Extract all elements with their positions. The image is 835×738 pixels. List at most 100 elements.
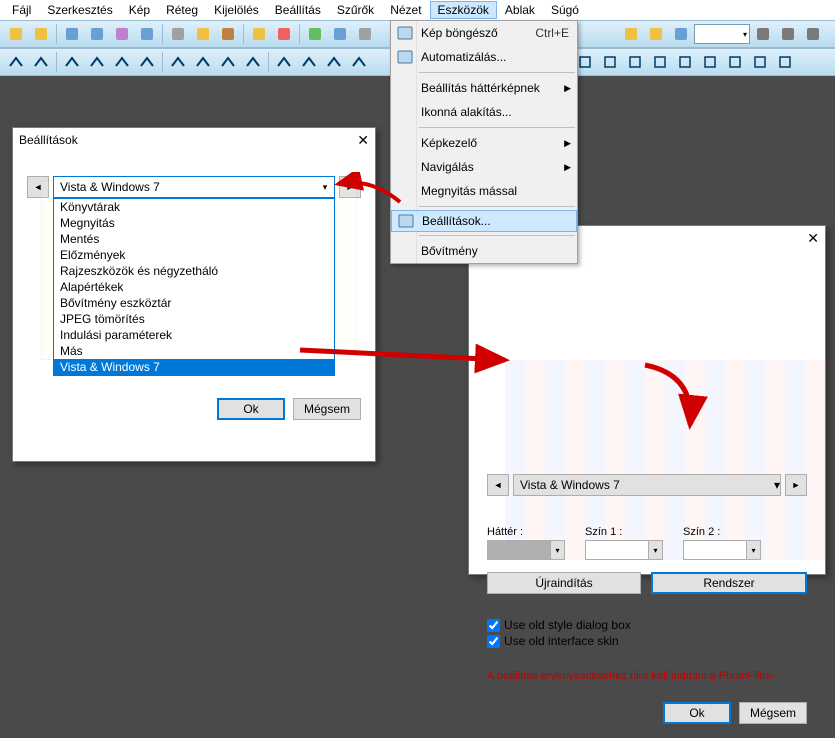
- toolbar-button[interactable]: [166, 51, 190, 73]
- list-item[interactable]: JPEG tömörítés: [54, 311, 334, 327]
- category-combo[interactable]: Vista & Windows 7 ▾: [513, 474, 781, 496]
- restart-warning: A beállítás érvényesítéséhez újra kell i…: [487, 670, 807, 682]
- toolbar-button[interactable]: [4, 23, 28, 45]
- toolbar-button[interactable]: [110, 51, 134, 73]
- toolbar-button[interactable]: [241, 51, 265, 73]
- toolbar-button[interactable]: [85, 23, 109, 45]
- toolbar-button[interactable]: [272, 51, 296, 73]
- menu-nézet[interactable]: Nézet: [382, 1, 429, 19]
- toolbar-button[interactable]: [748, 51, 772, 73]
- chevron-down-icon[interactable]: ▾: [316, 177, 334, 197]
- toolbar-button[interactable]: [669, 23, 693, 45]
- toolbar-button[interactable]: [135, 23, 159, 45]
- toolbar-button[interactable]: [297, 51, 321, 73]
- list-item[interactable]: Alapértékek: [54, 279, 334, 295]
- menu-item[interactable]: Képkezelő▶: [391, 131, 577, 155]
- close-icon[interactable]: ✕: [807, 230, 819, 247]
- ok-button[interactable]: Ok: [217, 398, 285, 420]
- cancel-button[interactable]: Mégsem: [739, 702, 807, 724]
- close-icon[interactable]: ✕: [357, 132, 369, 149]
- menu-beállítás[interactable]: Beállítás: [267, 1, 329, 19]
- list-item[interactable]: Indulási paraméterek: [54, 327, 334, 343]
- list-item[interactable]: Könyvtárak: [54, 199, 334, 215]
- menu-fájl[interactable]: Fájl: [4, 1, 39, 19]
- settings-dialog-right: Beállítások ✕ ◄ Vista & Windows 7 ▾ ► Há…: [468, 225, 826, 575]
- toolbar-button[interactable]: [272, 23, 296, 45]
- toolbar-button[interactable]: [648, 51, 672, 73]
- restart-button[interactable]: Újraindítás: [487, 572, 641, 594]
- toolbar-button[interactable]: [673, 51, 697, 73]
- toolbar-button[interactable]: [29, 23, 53, 45]
- toolbar-button[interactable]: [619, 23, 643, 45]
- color1-picker[interactable]: ▾: [585, 540, 663, 560]
- toolbar-button[interactable]: [191, 23, 215, 45]
- toolbar-button[interactable]: [776, 23, 800, 45]
- menu-item[interactable]: Navigálás▶: [391, 155, 577, 179]
- menu-item[interactable]: Megnyitás mással: [391, 179, 577, 203]
- toolbar-button[interactable]: [751, 23, 775, 45]
- list-item[interactable]: Más: [54, 343, 334, 359]
- list-item[interactable]: Vista & Windows 7: [54, 359, 334, 375]
- toolbar-button[interactable]: [29, 51, 53, 73]
- menu-ablak[interactable]: Ablak: [497, 1, 543, 19]
- toolbar-button[interactable]: [698, 51, 722, 73]
- toolbar-button[interactable]: [773, 51, 797, 73]
- color2-picker[interactable]: ▾: [683, 540, 761, 560]
- toolbar-button[interactable]: [322, 51, 346, 73]
- list-item[interactable]: Megnyitás: [54, 215, 334, 231]
- menu-súgó[interactable]: Súgó: [543, 1, 587, 19]
- toolbar-button[interactable]: [347, 51, 371, 73]
- menu-réteg[interactable]: Réteg: [158, 1, 206, 19]
- menu-kijelölés[interactable]: Kijelölés: [206, 1, 267, 19]
- menu-szűrők[interactable]: Szűrők: [329, 1, 382, 19]
- color2-label: Szín 2 :: [683, 526, 761, 538]
- chevron-down-icon[interactable]: ▾: [774, 478, 780, 492]
- toolbar-button[interactable]: [723, 51, 747, 73]
- prev-button[interactable]: ◄: [487, 474, 509, 496]
- toolbar-button[interactable]: [247, 23, 271, 45]
- menu-item[interactable]: Beállítás háttérképnek▶: [391, 76, 577, 100]
- cancel-button[interactable]: Mégsem: [293, 398, 361, 420]
- toolbar-button[interactable]: [166, 23, 190, 45]
- menu-item[interactable]: Kép böngészőCtrl+E: [391, 21, 577, 45]
- list-item[interactable]: Bővítmény eszköztár: [54, 295, 334, 311]
- menu-kép[interactable]: Kép: [121, 1, 158, 19]
- list-item[interactable]: Rajzeszközök és négyzetháló: [54, 263, 334, 279]
- old-dialog-checkbox[interactable]: Use old style dialog box: [487, 618, 807, 632]
- auto-select[interactable]: ▾: [694, 24, 750, 44]
- ok-button[interactable]: Ok: [663, 702, 731, 724]
- dialog-title: Beállítások: [19, 133, 78, 147]
- list-item[interactable]: Előzmények: [54, 247, 334, 263]
- tools-menu-dropdown: Kép böngészőCtrl+EAutomatizálás... Beállí…: [390, 20, 578, 264]
- toolbar-button[interactable]: [623, 51, 647, 73]
- toolbar-button[interactable]: [598, 51, 622, 73]
- toolbar-button[interactable]: [135, 51, 159, 73]
- list-item[interactable]: Mentés: [54, 231, 334, 247]
- menu-item[interactable]: Ikonná alakítás...: [391, 100, 577, 124]
- toolbar-button[interactable]: [216, 51, 240, 73]
- category-combo[interactable]: Vista & Windows 7 ▾ KönyvtárakMegnyitásM…: [53, 176, 335, 198]
- toolbar-button[interactable]: [85, 51, 109, 73]
- toolbar-button[interactable]: [801, 23, 825, 45]
- menu-szerkesztés[interactable]: Szerkesztés: [39, 1, 120, 19]
- toolbar-button[interactable]: [110, 23, 134, 45]
- bg-color-picker[interactable]: ▾: [487, 540, 565, 560]
- toolbar-button[interactable]: [644, 23, 668, 45]
- system-button[interactable]: Rendszer: [651, 572, 807, 594]
- toolbar-button[interactable]: [328, 23, 352, 45]
- color1-label: Szín 1 :: [585, 526, 663, 538]
- toolbar-button[interactable]: [353, 23, 377, 45]
- toolbar-button[interactable]: [4, 51, 28, 73]
- menu-eszközök[interactable]: Eszközök: [430, 1, 497, 19]
- toolbar-button[interactable]: [60, 51, 84, 73]
- old-skin-checkbox[interactable]: Use old interface skin: [487, 634, 807, 648]
- toolbar-button[interactable]: [60, 23, 84, 45]
- toolbar-button[interactable]: [216, 23, 240, 45]
- next-button[interactable]: ►: [785, 474, 807, 496]
- toolbar-button[interactable]: [303, 23, 327, 45]
- toolbar-button[interactable]: [191, 51, 215, 73]
- menu-item[interactable]: Beállítások...: [391, 210, 577, 232]
- menu-item[interactable]: Automatizálás...: [391, 45, 577, 69]
- category-dropdown-list: KönyvtárakMegnyitásMentésElőzményekRajze…: [53, 198, 335, 376]
- menu-item[interactable]: Bővítmény: [391, 239, 577, 263]
